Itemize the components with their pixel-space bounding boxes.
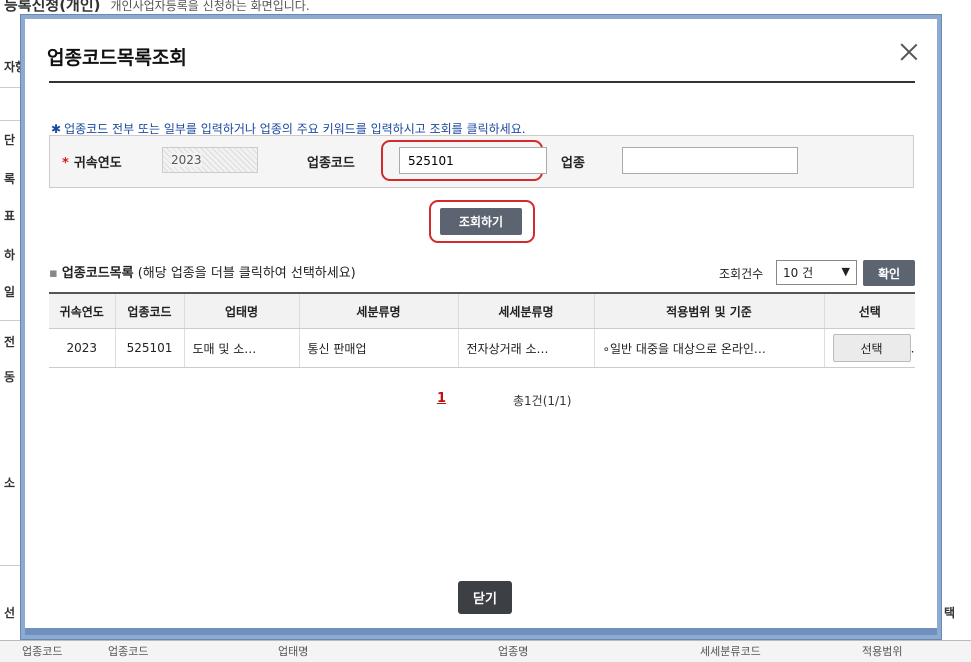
bg-side-label: 일 [4,285,16,299]
bg-side-label: 표 [4,209,16,223]
close-icon[interactable] [899,42,919,62]
table-row[interactable]: 2023 525101 도매 및 소… 통신 판매업 전자상거래 소… ∘일반 … [49,328,915,368]
bg-side-label: 소 [4,476,16,490]
modal-title: 업종코드목록조회 [47,47,187,69]
bg-divider [0,320,22,321]
col-header: 세분류명 [298,292,458,329]
search-button[interactable]: 조회하기 [440,208,522,235]
year-field: 2023 [162,147,258,173]
close-button[interactable]: 닫기 [458,581,512,614]
industry-code-modal: 업종코드목록조회 ✱ 업종코드 전부 또는 일부를 입력하거나 업종의 주요 키워… [21,15,941,639]
table-header-row: 귀속연도 업종코드 업태명 세분류명 세세분류명 적용범위 및 기준 선택 [49,292,915,329]
cell-code: 525101 [114,328,184,368]
bullet-icon: ▪ [49,266,58,281]
biz-input[interactable] [622,147,798,174]
biz-label: 업종 [561,156,585,171]
chevron-down-icon: ▼ [841,265,850,278]
confirm-button[interactable]: 확인 [863,260,915,286]
bg-col: 세세분류코드 [700,645,761,658]
bg-col: 업태명 [278,645,309,658]
bg-side-label: 선 [4,606,16,620]
select-button[interactable]: 선택 [832,334,911,362]
bg-divider [0,120,22,121]
bg-side-label: 하 [4,248,16,262]
required-icon: * [62,156,69,171]
modal-bottom-bar [25,628,937,635]
cell-select: 선택 [823,328,915,368]
col-header: 선택 [823,292,915,329]
bg-col: 적용범위 [862,645,903,658]
cell-year: 2023 [49,328,115,368]
bg-side-label: 전 [4,335,16,349]
code-label: 업종코드 [307,156,355,171]
cell-category: 도매 및 소… [183,328,299,368]
page-link-1[interactable]: 1 [437,391,446,406]
bg-col: 업종코드 [22,645,63,658]
bg-table-header: 업종코드 업종코드 업태명 업종명 세세분류코드 적용범위 [0,640,971,662]
pager-total: 총1건(1/1) [513,394,572,408]
list-title: ▪ 업종코드목록 (해당 업종을 더블 클릭하여 선택하세요) [49,266,356,281]
search-panel: *귀속연도 2023 업종코드 업종 [49,135,914,188]
bg-divider [0,87,22,88]
results-table: 귀속연도 업종코드 업태명 세분류명 세세분류명 적용범위 및 기준 선택 20… [49,292,915,368]
bg-side-label: 동 [4,370,16,384]
col-header: 적용범위 및 기준 [593,292,824,329]
count-label: 조회건수 [719,267,764,281]
col-header: 귀속연도 [49,292,115,329]
asterisk-icon: ✱ [51,122,62,136]
cell-subsub: 전자상거래 소… [457,328,594,368]
bg-side-label: 록 [4,172,16,186]
bg-divider [0,565,22,566]
cell-scope: ∘일반 대중을 대상으로 온라인… [593,328,824,368]
col-header: 업종코드 [114,292,184,329]
col-header: 세세분류명 [457,292,594,329]
bg-side-label-right: 택 [944,606,956,620]
bg-side-label: 단 [4,133,16,147]
col-header: 업태명 [183,292,299,329]
title-divider [49,81,915,83]
year-label: * 귀속연도 [62,156,122,171]
bg-col: 업종코드 [108,645,149,658]
bg-page-title: 등록신청(개인) 개인사업자등록을 신청하는 화면입니다. [4,0,310,14]
bg-col: 업종명 [498,645,529,658]
count-select[interactable]: 10 건 ▼ [776,260,857,285]
cell-sub: 통신 판매업 [298,328,458,368]
code-input[interactable] [399,147,547,174]
